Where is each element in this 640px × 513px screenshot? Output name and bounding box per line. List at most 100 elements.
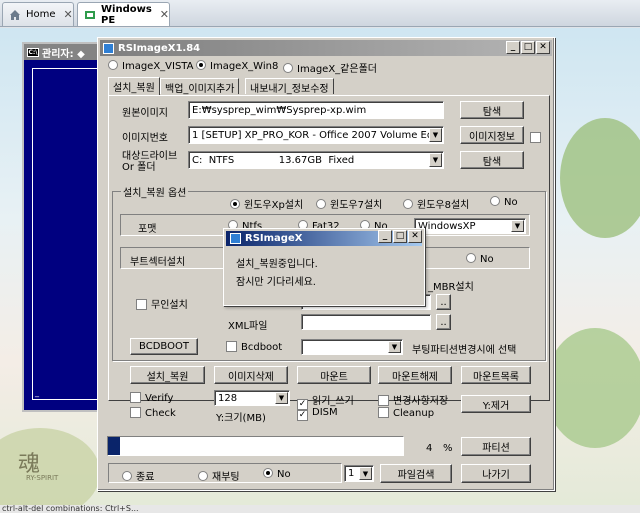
radio-label: 윈도우8설치 bbox=[417, 200, 470, 211]
y-remove-button[interactable]: Y:제거 bbox=[461, 395, 531, 413]
radio-exit-no[interactable]: No bbox=[263, 468, 291, 480]
chevron-down-icon[interactable]: ▼ bbox=[511, 220, 524, 232]
tab-install-restore[interactable]: 설치_복원 bbox=[108, 77, 160, 95]
radio-exit-reboot[interactable]: 재부팅 bbox=[198, 468, 240, 483]
tab-label: Home bbox=[26, 9, 56, 20]
mount-size-value: 128 bbox=[218, 392, 238, 404]
radio-imagex-win8[interactable]: ImageX_Win8 bbox=[196, 60, 278, 72]
dism-checkbox[interactable]: ✓ DISM bbox=[297, 407, 338, 421]
browse-unattend-button[interactable]: .. bbox=[436, 294, 451, 310]
close-button[interactable]: ✕ bbox=[408, 230, 422, 243]
radio-imagex-vista[interactable]: ImageX_VISTA bbox=[108, 60, 193, 72]
delete-image-button[interactable]: 이미지삭제 bbox=[214, 366, 288, 384]
radio-label: ImageX_VISTA bbox=[122, 61, 194, 72]
mount-list-button[interactable]: 마운트목록 bbox=[461, 366, 531, 384]
window-title: RSImageX1.84 bbox=[118, 42, 201, 54]
radio-install-no[interactable]: No bbox=[490, 196, 518, 208]
chevron-down-icon[interactable]: ▼ bbox=[429, 153, 442, 167]
browse-target-button[interactable]: 탐색 bbox=[460, 151, 524, 169]
tab-export-edit[interactable]: 내보내기_정보수정 bbox=[245, 78, 334, 95]
radio-circle bbox=[466, 253, 476, 263]
bcdboot-select[interactable]: ▼ bbox=[301, 339, 403, 355]
radio-exit-shutdown[interactable]: 종료 bbox=[122, 468, 154, 483]
radio-install-xp[interactable]: 윈도우Xp설치 bbox=[230, 196, 303, 211]
radio-install-win7[interactable]: 윈도우7설치 bbox=[316, 196, 382, 211]
radio-label: 윈도우7설치 bbox=[330, 200, 383, 211]
progress-bar bbox=[107, 436, 404, 456]
watermark-text: RY-SPIRIT bbox=[26, 474, 59, 482]
exit-button[interactable]: 나가기 bbox=[461, 464, 531, 483]
source-image-label: 원본이미지 bbox=[122, 108, 168, 119]
unmount-button[interactable]: 마운트해제 bbox=[378, 366, 452, 384]
tab-home[interactable]: Home ✕ bbox=[2, 2, 74, 26]
browse-xml-button[interactable]: .. bbox=[436, 314, 451, 330]
maximize-button[interactable]: □ bbox=[521, 41, 535, 54]
radio-circle bbox=[316, 199, 326, 209]
tab-strip: 설치_복원 백업_이미지추가 내보내기_정보수정 bbox=[108, 77, 548, 95]
progress-dialog: RSImageX _ □ ✕ 설치_복원중입니다. 잠시만 기다리세요. bbox=[223, 228, 425, 306]
tab-backup-add[interactable]: 백업_이미지추가 bbox=[160, 78, 240, 95]
bcdboot-checkbox[interactable]: Bcdboot bbox=[226, 341, 282, 353]
chevron-down-icon[interactable]: ▼ bbox=[388, 341, 401, 353]
radio-circle bbox=[198, 471, 208, 481]
target-drive-select[interactable]: C: NTFS 13.67GB Fixed ▼ bbox=[188, 151, 444, 169]
window-titlebar[interactable]: RSImageX1.84 _ □ ✕ bbox=[100, 40, 552, 56]
chevron-down-icon[interactable]: ▼ bbox=[359, 467, 372, 480]
app-icon bbox=[103, 42, 114, 54]
tab-windows-pe[interactable]: Windows PE ✕ bbox=[77, 2, 170, 26]
close-icon[interactable]: ✕ bbox=[160, 8, 169, 21]
vm-icon bbox=[84, 9, 96, 21]
page-select[interactable]: 1 ▼ bbox=[344, 465, 374, 482]
check-checkbox[interactable]: Check bbox=[130, 407, 176, 419]
radio-label: No bbox=[504, 197, 518, 208]
bcdboot-button[interactable]: BCDBOOT bbox=[130, 338, 198, 355]
unattend-checkbox[interactable]: 무인설치 bbox=[136, 296, 188, 311]
radio-circle bbox=[122, 471, 132, 481]
install-restore-button[interactable]: 설치_복원 bbox=[130, 366, 205, 384]
verify-checkbox[interactable]: Verify bbox=[130, 392, 173, 404]
radio-circle bbox=[490, 196, 500, 206]
radio-install-win8[interactable]: 윈도우8설치 bbox=[403, 196, 469, 211]
cleanup-checkbox[interactable]: Cleanup bbox=[378, 407, 434, 419]
minimize-button[interactable]: _ bbox=[506, 41, 520, 54]
checkbox-label: Cleanup bbox=[393, 408, 435, 419]
xml-file-field[interactable] bbox=[301, 314, 431, 330]
chevron-down-icon[interactable]: ▼ bbox=[429, 128, 442, 142]
image-info-button[interactable]: 이미지정보 bbox=[460, 126, 524, 144]
target-drive-label: 대상드라이브 Or 폴더 bbox=[122, 151, 177, 173]
radio-circle bbox=[283, 63, 293, 73]
checkbox-box bbox=[130, 392, 141, 403]
target-label-line1: 대상드라이브 bbox=[122, 151, 178, 162]
boot-partition-note: 부팅파티션변경시에 선택 bbox=[412, 345, 517, 356]
file-search-button[interactable]: 파일검색 bbox=[380, 464, 452, 483]
close-button[interactable]: ✕ bbox=[536, 41, 550, 54]
browse-source-button[interactable]: 탐색 bbox=[460, 101, 524, 119]
chevron-down-icon[interactable]: ▼ bbox=[275, 392, 288, 404]
status-bar: ctrl-alt-del combinations: Ctrl+S... bbox=[0, 505, 640, 513]
radio-circle bbox=[108, 60, 118, 70]
source-image-field[interactable]: E:₩sysprep_wim₩Sysprep-xp.wim bbox=[188, 101, 444, 119]
image-index-select[interactable]: 1 [SETUP] XP_PRO_KOR - Office 2007 Volum… bbox=[188, 126, 444, 144]
dialog-message-2: 잠시만 기다리세요. bbox=[236, 277, 316, 288]
boot-sector-label: 부트섹터설치 bbox=[130, 257, 186, 268]
minimize-button[interactable]: _ bbox=[378, 230, 392, 243]
save-changes-checkbox[interactable]: 변경사항저장 bbox=[378, 392, 448, 407]
mount-button[interactable]: 마운트 bbox=[297, 366, 371, 384]
radio-imagex-same-folder[interactable]: ImageX_같은폴더 bbox=[283, 60, 377, 75]
checkbox-box bbox=[130, 407, 141, 418]
image-info-checkbox[interactable] bbox=[530, 132, 541, 143]
maximize-button[interactable]: □ bbox=[393, 230, 407, 243]
mount-size-select[interactable]: 128 ▼ bbox=[214, 390, 290, 406]
radio-circle bbox=[196, 60, 206, 70]
checkbox-label: Check bbox=[145, 408, 176, 419]
volume-label-select[interactable]: WindowsXP ▼ bbox=[414, 218, 526, 234]
partition-button[interactable]: 파티션 bbox=[461, 437, 531, 456]
volume-label-value: WindowsXP bbox=[418, 220, 476, 232]
dialog-message-1: 설치_복원중입니다. bbox=[236, 259, 318, 270]
radio-label: 재부팅 bbox=[212, 472, 240, 483]
close-icon[interactable]: ✕ bbox=[64, 8, 73, 21]
radio-boot-no[interactable]: No bbox=[466, 253, 494, 265]
checkbox-box bbox=[136, 299, 147, 310]
dialog-titlebar[interactable]: RSImageX _ □ ✕ bbox=[226, 230, 422, 246]
progress-percent-sign: % bbox=[443, 443, 453, 454]
